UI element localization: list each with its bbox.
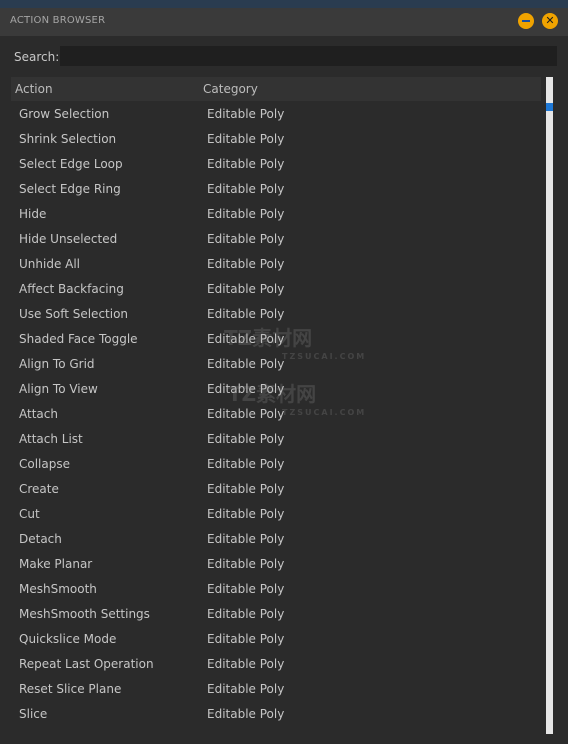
table-row[interactable]: Quickslice Mode Editable Poly	[11, 626, 541, 651]
table-body: Grow Selection Editable Poly Shrink Select…	[11, 101, 541, 726]
table-row[interactable]: Affect Backfacing Editable Poly	[11, 276, 541, 301]
category-cell: Editable Poly	[207, 457, 285, 471]
table-row[interactable]: Slice Editable Poly	[11, 701, 541, 726]
table-row[interactable]: Collapse Editable Poly	[11, 451, 541, 476]
watermark-site: TZSUCAI.COM	[282, 408, 367, 417]
table-row[interactable]: Shrink Selection Editable Poly	[11, 126, 541, 151]
column-header-category[interactable]: Category	[203, 82, 258, 96]
action-cell: Collapse	[19, 457, 70, 471]
action-cell: Select Edge Ring	[19, 182, 121, 196]
watermark-brand: TZ素材网	[228, 382, 317, 406]
action-cell: Unhide All	[19, 257, 81, 271]
action-cell: Attach List	[19, 432, 83, 446]
table-row[interactable]: Unhide All Editable Poly	[11, 251, 541, 276]
minimize-icon	[522, 20, 530, 22]
search-label: Search:	[14, 50, 60, 64]
action-cell: Hide Unselected	[19, 232, 118, 246]
category-cell: Editable Poly	[207, 307, 285, 321]
category-cell: Editable Poly	[207, 407, 285, 421]
top-accent-line	[0, 0, 568, 8]
category-cell: Editable Poly	[207, 482, 285, 496]
table-row[interactable]: Grow Selection Editable Poly	[11, 101, 541, 126]
column-header-action[interactable]: Action	[15, 82, 53, 96]
category-cell: Editable Poly	[207, 582, 285, 596]
action-cell: Cut	[19, 507, 40, 521]
table-row[interactable]: Reset Slice Plane Editable Poly	[11, 676, 541, 701]
window-title: ACTION BROWSER	[10, 15, 106, 26]
table-row[interactable]: Detach Editable Poly	[11, 526, 541, 551]
table-row[interactable]: MeshSmooth Settings Editable Poly	[11, 601, 541, 626]
category-cell: Editable Poly	[207, 657, 285, 671]
category-cell: Editable Poly	[207, 107, 285, 121]
category-cell: Editable Poly	[207, 257, 285, 271]
action-cell: Align To View	[19, 382, 98, 396]
search-input[interactable]	[60, 46, 557, 66]
action-cell: Grow Selection	[19, 107, 110, 121]
action-cell: Use Soft Selection	[19, 307, 129, 321]
scrollbar[interactable]	[546, 77, 553, 734]
category-cell: Editable Poly	[207, 282, 285, 296]
table-row[interactable]: Select Edge Loop Editable Poly	[11, 151, 541, 176]
action-cell: Hide	[19, 207, 47, 221]
title-bar[interactable]: ACTION BROWSER ✕	[0, 8, 568, 36]
category-cell: Editable Poly	[207, 157, 285, 171]
category-cell: Editable Poly	[207, 682, 285, 696]
table-row[interactable]: Align To Grid Editable Poly	[11, 351, 541, 376]
action-cell: Affect Backfacing	[19, 282, 124, 296]
action-cell: Make Planar	[19, 557, 93, 571]
action-cell: Align To Grid	[19, 357, 95, 371]
category-cell: Editable Poly	[207, 132, 285, 146]
category-cell: Editable Poly	[207, 207, 285, 221]
category-cell: Editable Poly	[207, 632, 285, 646]
category-cell: Editable Poly	[207, 532, 285, 546]
table-row[interactable]: MeshSmooth Editable Poly	[11, 576, 541, 601]
action-cell: Reset Slice Plane	[19, 682, 122, 696]
scrollbar-thumb[interactable]	[546, 103, 553, 111]
action-cell: Quickslice Mode	[19, 632, 117, 646]
category-cell: Editable Poly	[207, 232, 285, 246]
category-cell: Editable Poly	[207, 507, 285, 521]
close-button[interactable]: ✕	[542, 13, 558, 29]
table-row[interactable]: Repeat Last Operation Editable Poly	[11, 651, 541, 676]
table-row[interactable]: Hide Editable Poly	[11, 201, 541, 226]
action-cell: Attach	[19, 407, 58, 421]
table-header: Action Category	[11, 77, 541, 101]
action-cell: Slice	[19, 707, 48, 721]
table-row[interactable]: Select Edge Ring Editable Poly	[11, 176, 541, 201]
action-cell: MeshSmooth Settings	[19, 607, 150, 621]
watermark-site: TZSUCAI.COM	[282, 352, 367, 361]
table-row[interactable]: Make Planar Editable Poly	[11, 551, 541, 576]
category-cell: Editable Poly	[207, 182, 285, 196]
category-cell: Editable Poly	[207, 557, 285, 571]
table-row[interactable]: Hide Unselected Editable Poly	[11, 226, 541, 251]
action-cell: Shaded Face Toggle	[19, 332, 138, 346]
table-row[interactable]: Cut Editable Poly	[11, 501, 541, 526]
category-cell: Editable Poly	[207, 707, 285, 721]
table-row[interactable]: Create Editable Poly	[11, 476, 541, 501]
action-cell: Repeat Last Operation	[19, 657, 154, 671]
action-cell: MeshSmooth	[19, 582, 97, 596]
close-icon: ✕	[545, 14, 555, 27]
action-cell: Shrink Selection	[19, 132, 117, 146]
action-cell: Create	[19, 482, 59, 496]
category-cell: Editable Poly	[207, 357, 285, 371]
table-row[interactable]: Attach List Editable Poly	[11, 426, 541, 451]
watermark-brand: TZ素材网	[224, 326, 313, 350]
action-cell: Select Edge Loop	[19, 157, 123, 171]
category-cell: Editable Poly	[207, 607, 285, 621]
minimize-button[interactable]	[518, 13, 534, 29]
actions-table: Action Category Grow Selection Editable P…	[11, 77, 541, 744]
action-cell: Detach	[19, 532, 62, 546]
category-cell: Editable Poly	[207, 432, 285, 446]
